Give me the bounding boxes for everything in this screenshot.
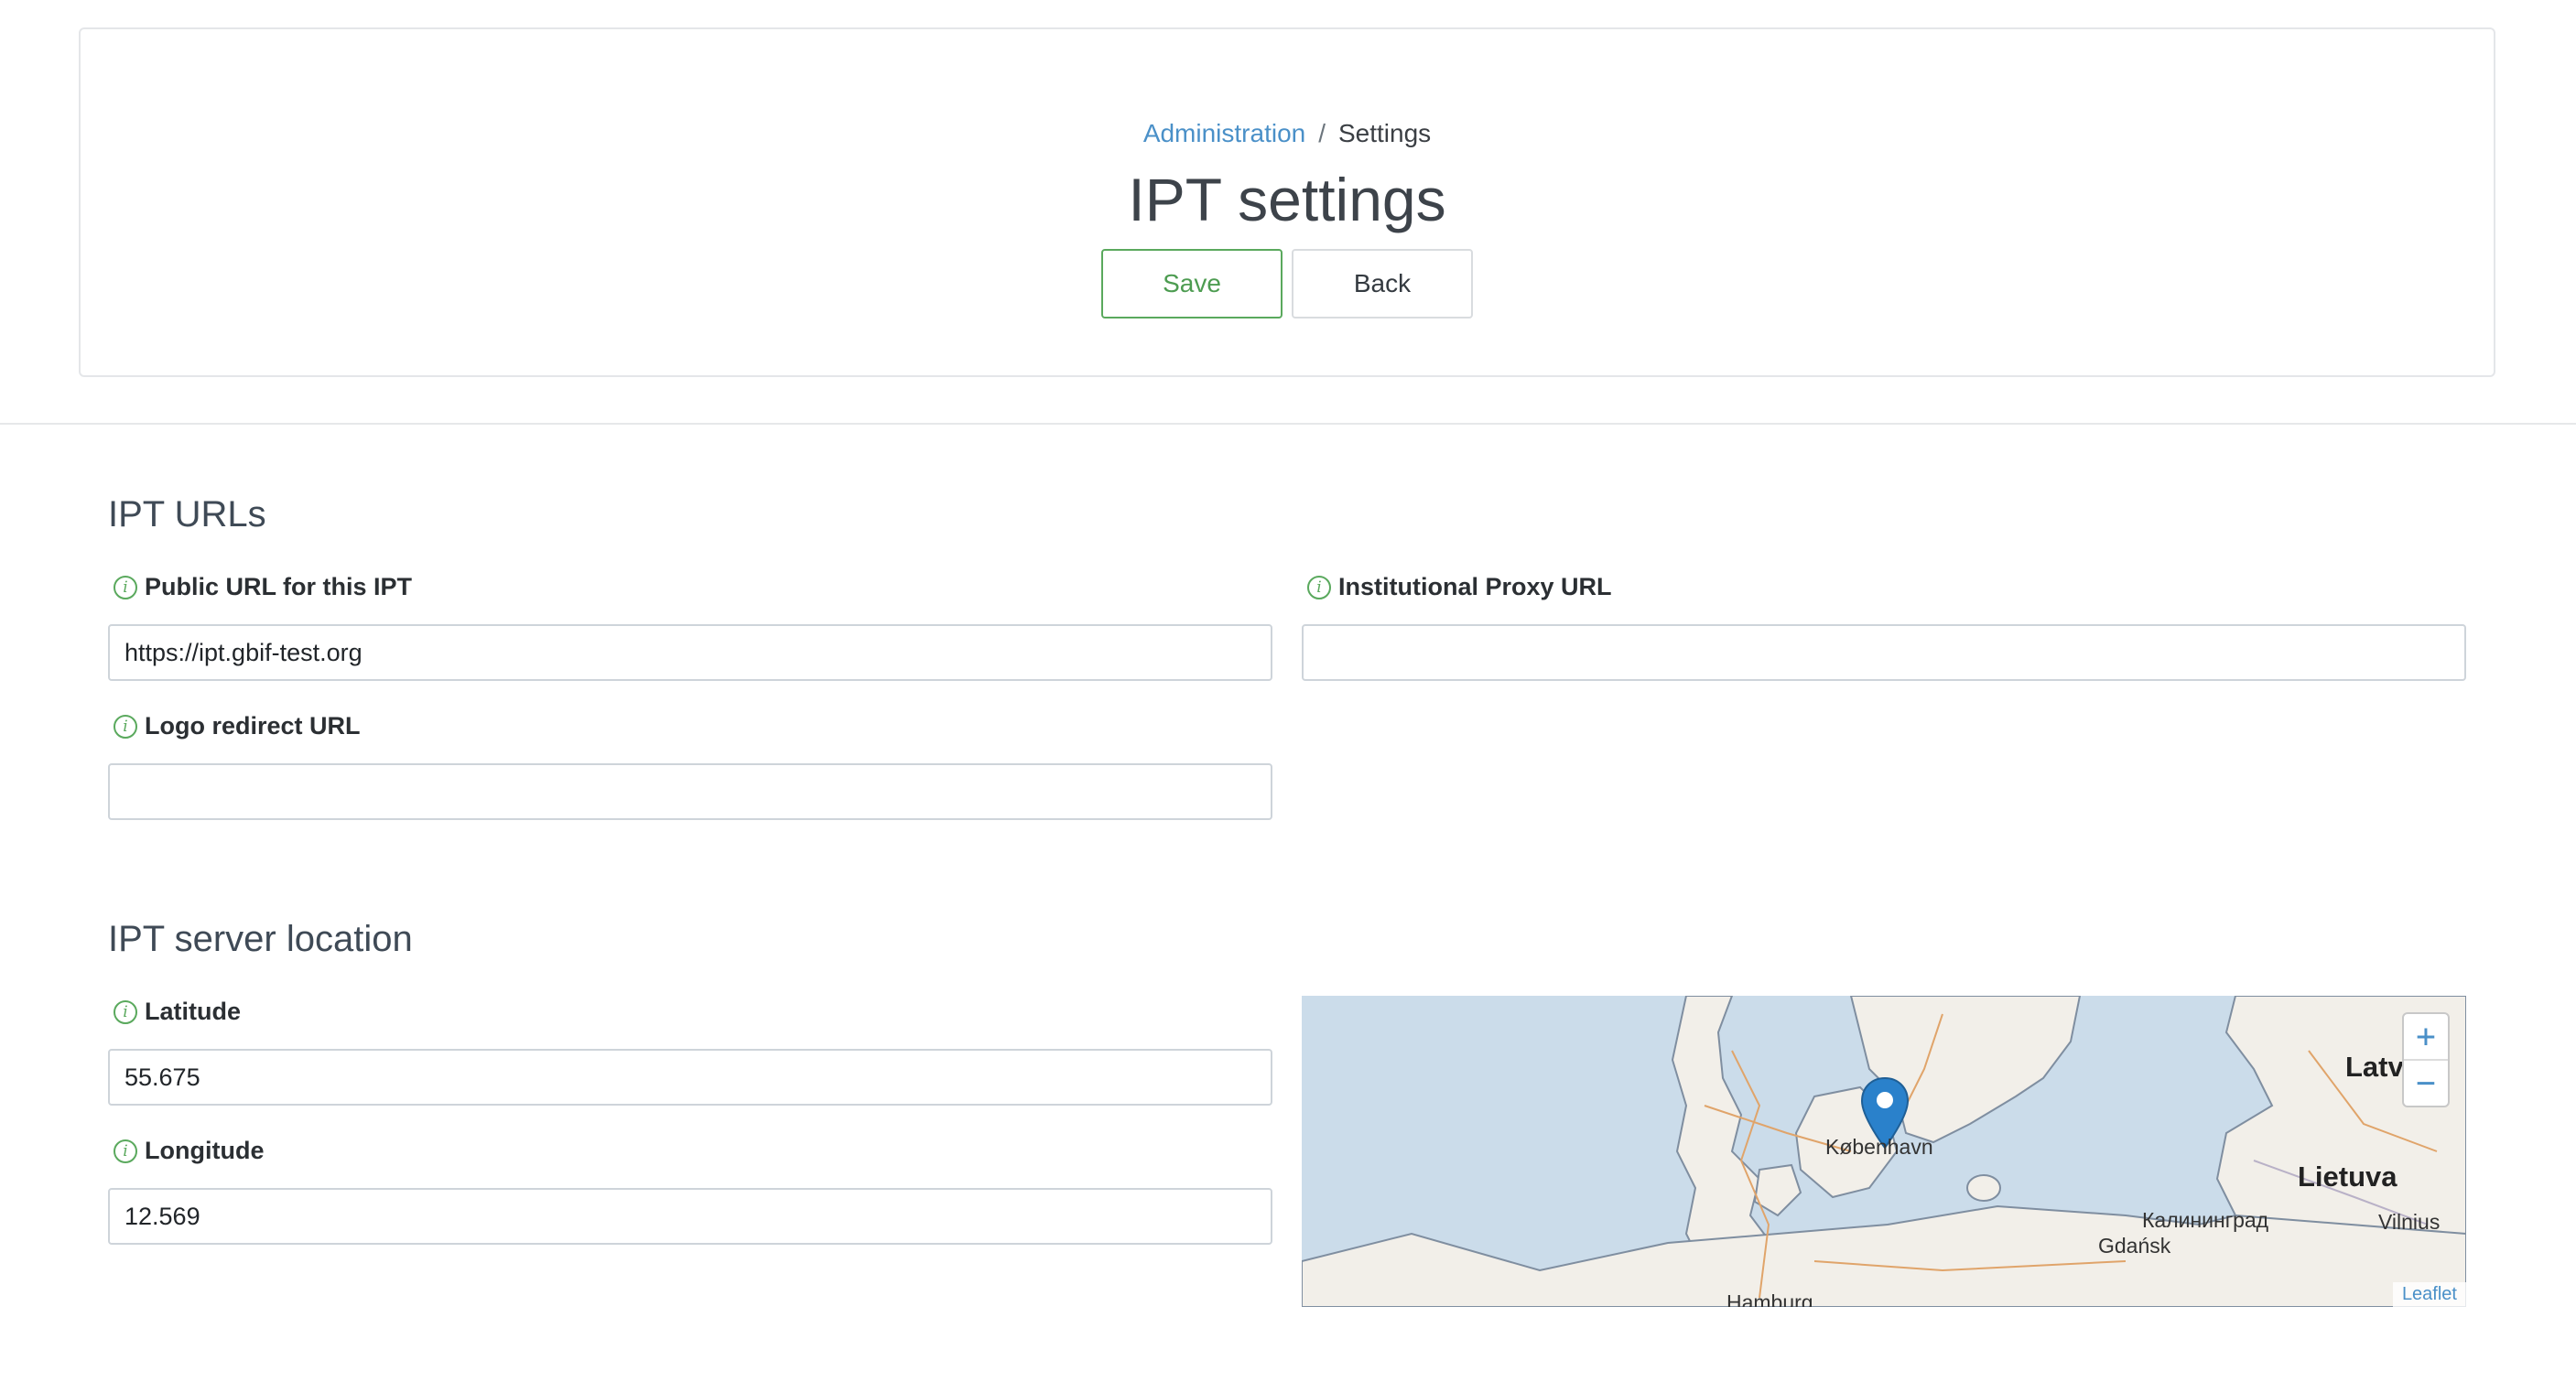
map-label-latvia: Latv (2345, 1051, 2404, 1083)
map-label-gdansk: Gdańsk (2098, 1234, 2171, 1258)
header-divider (0, 423, 2576, 425)
back-button[interactable]: Back (1292, 249, 1473, 319)
breadcrumb-separator: / (1318, 119, 1326, 147)
latitude-label-text: Latitude (145, 998, 241, 1025)
header-actions: Save Back (81, 249, 2494, 319)
zoom-in-button[interactable]: + (2404, 1014, 2448, 1059)
map-label-copenhagen: København (1825, 1135, 1933, 1159)
breadcrumb-current: Settings (1338, 119, 1432, 147)
info-circle-icon[interactable]: i (1307, 575, 1331, 599)
info-circle-icon[interactable]: i (114, 714, 137, 739)
map-zoom-control: + − (2402, 1012, 2450, 1107)
longitude-label: i Longitude (114, 1137, 264, 1165)
map-label-kaliningrad: Калининград (2142, 1208, 2269, 1232)
public-url-label-text: Public URL for this IPT (145, 573, 413, 600)
map-label-lithuania: Lietuva (2298, 1161, 2397, 1193)
longitude-label-text: Longitude (145, 1137, 265, 1164)
location-map[interactable]: København Latv Lietuva Калининград Gdańs… (1302, 996, 2466, 1307)
public-url-input[interactable] (108, 624, 1272, 681)
info-circle-icon[interactable]: i (114, 1139, 137, 1163)
info-circle-icon[interactable]: i (114, 999, 137, 1024)
logo-url-label-text: Logo redirect URL (145, 712, 361, 740)
page-header-card: Administration / Settings IPT settings Sav… (79, 27, 2495, 377)
public-url-label: i Public URL for this IPT (114, 573, 412, 601)
breadcrumb-administration-link[interactable]: Administration (1143, 119, 1305, 147)
section-title-server-location: IPT server location (108, 919, 413, 959)
section-title-ipt-urls: IPT URLs (108, 494, 266, 534)
proxy-url-label-text: Institutional Proxy URL (1338, 573, 1612, 600)
map-label-hamburg: Hamburg (1726, 1290, 1813, 1307)
proxy-url-input[interactable] (1302, 624, 2466, 681)
save-button[interactable]: Save (1101, 249, 1283, 319)
info-circle-icon[interactable]: i (114, 575, 137, 599)
latitude-label: i Latitude (114, 998, 241, 1026)
longitude-input[interactable] (108, 1188, 1272, 1245)
page-title: IPT settings (1128, 166, 1446, 233)
logo-url-input[interactable] (108, 763, 1272, 820)
map-label-vilnius: Vilnius (2378, 1210, 2441, 1234)
latitude-input[interactable] (108, 1049, 1272, 1106)
map-attribution-link[interactable]: Leaflet (2392, 1282, 2466, 1307)
zoom-out-button[interactable]: − (2404, 1059, 2448, 1106)
proxy-url-label: i Institutional Proxy URL (1307, 573, 1612, 601)
breadcrumb: Administration / Settings (81, 119, 2494, 148)
logo-url-label: i Logo redirect URL (114, 712, 361, 740)
